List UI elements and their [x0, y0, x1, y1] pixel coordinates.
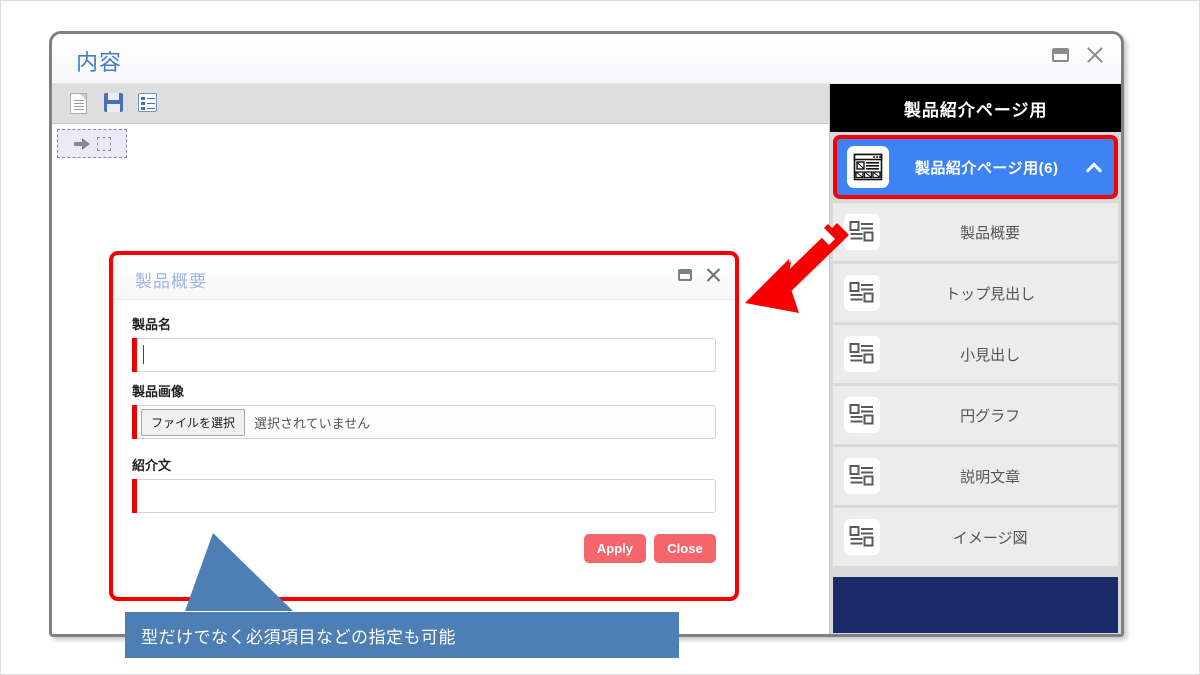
- canvas-pane: 製品概要 製品名 製品画像 ファイルを選択 選択されていません 紹介文 Appl…: [52, 84, 831, 634]
- field-product-name: 製品名: [132, 314, 716, 372]
- block-layout-icon: [844, 458, 881, 494]
- drop-target-square: [96, 136, 111, 151]
- page-title: 内容: [76, 50, 123, 75]
- dialog-close-icon[interactable]: [705, 266, 722, 283]
- arrow-right-icon: [73, 138, 91, 150]
- input-wrapper: [132, 338, 716, 372]
- sidebar-item-top-heading[interactable]: トップ見出し: [833, 264, 1118, 322]
- dialog-titlebar: 製品概要: [113, 255, 735, 300]
- sidebar-item-sub-heading[interactable]: 小見出し: [833, 325, 1118, 383]
- page-layout-icon: [847, 146, 890, 188]
- block-layout-icon: [844, 519, 881, 555]
- file-input-row[interactable]: ファイルを選択 選択されていません: [132, 405, 716, 439]
- save-icon: [104, 92, 123, 112]
- description-input[interactable]: [132, 479, 716, 513]
- field-label: 製品画像: [132, 384, 185, 399]
- restore-icon[interactable]: [1052, 48, 1069, 62]
- list-button[interactable]: [138, 92, 158, 115]
- product-overview-dialog: 製品概要 製品名 製品画像 ファイルを選択 選択されていません 紹介文 Appl…: [109, 251, 739, 601]
- block-layout-icon: [844, 397, 881, 433]
- product-name-input[interactable]: [132, 338, 716, 372]
- input-wrapper: ファイルを選択 選択されていません: [132, 405, 716, 439]
- sidebar-item-label: 小見出し: [960, 346, 1021, 364]
- dialog-controls: [678, 266, 722, 283]
- dialog-restore-icon[interactable]: [678, 268, 692, 281]
- required-marker: [132, 405, 137, 439]
- dialog-actions: Apply Close: [113, 522, 735, 563]
- close-button[interactable]: Close: [654, 534, 716, 563]
- input-wrapper: [132, 479, 716, 513]
- save-button[interactable]: [104, 92, 124, 115]
- sidebar-group-label: 製品紹介ページ用(6): [914, 159, 1059, 177]
- sidebar-item-label: イメージ図: [952, 529, 1028, 547]
- sidebar-item-label: トップ見出し: [945, 285, 1036, 303]
- drop-target[interactable]: [57, 129, 127, 158]
- sidebar-item-pie-chart[interactable]: 円グラフ: [833, 386, 1118, 444]
- field-label: 紹介文: [132, 458, 172, 473]
- window-titlebar: 内容: [52, 34, 1121, 84]
- close-icon[interactable]: [1085, 45, 1105, 65]
- sidebar-header: 製品紹介ページ用: [830, 84, 1121, 132]
- dialog-title: 製品概要: [135, 272, 207, 291]
- content-window: 内容 製品概要 製品名 製品画像 ファイルを選択 選択されていません 紹介文 A…: [49, 31, 1124, 637]
- field-product-image: 製品画像 ファイルを選択 選択されていません: [132, 381, 716, 439]
- block-layout-icon: [844, 214, 881, 250]
- sidebar-item-label: 円グラフ: [960, 407, 1021, 425]
- dialog-form: 製品名 製品画像 ファイルを選択 選択されていません 紹介文: [113, 300, 735, 513]
- choose-file-button[interactable]: ファイルを選択: [141, 408, 246, 436]
- window-controls: [1052, 45, 1105, 65]
- block-layout-icon: [844, 336, 881, 372]
- sidebar-item-image-diagram[interactable]: イメージ図: [833, 508, 1118, 566]
- file-status-text: 選択されていません: [254, 415, 371, 431]
- text-caret: [143, 345, 144, 364]
- sidebar-item-description-text[interactable]: 説明文章: [833, 447, 1118, 505]
- window-body: 製品概要 製品名 製品画像 ファイルを選択 選択されていません 紹介文 Appl…: [52, 84, 1121, 634]
- field-description: 紹介文: [132, 455, 716, 513]
- editor-toolbar: [52, 84, 830, 124]
- screenshot-root: 内容 製品概要 製品名 製品画像 ファイルを選択 選択されていません 紹介文 A…: [0, 0, 1200, 675]
- sidebar-group-product-page[interactable]: 製品紹介ページ用(6): [833, 135, 1118, 199]
- list-icon: [138, 92, 157, 112]
- sidebar-item-product-overview[interactable]: 製品概要: [833, 203, 1118, 261]
- sidebar-item-label: 製品概要: [960, 224, 1021, 242]
- new-document-button[interactable]: [70, 92, 90, 115]
- block-layout-icon: [844, 275, 881, 311]
- new-document-icon: [70, 92, 87, 114]
- required-marker: [132, 338, 137, 372]
- sidebar-item-label: 説明文章: [960, 468, 1021, 486]
- apply-button[interactable]: Apply: [583, 534, 646, 563]
- sidebar-item-list: 製品概要 トップ見出し 小見出し 円グラフ 説明文章 イメージ図: [830, 199, 1121, 577]
- field-label: 製品名: [132, 317, 172, 332]
- sidebar-footer-block: [833, 577, 1118, 633]
- component-sidebar: 製品紹介ページ用 製品紹介ページ用(6) 製品概要 トップ見出し 小見出し 円グ…: [830, 84, 1121, 634]
- chevron-up-icon[interactable]: [1084, 159, 1100, 175]
- required-marker: [132, 479, 137, 513]
